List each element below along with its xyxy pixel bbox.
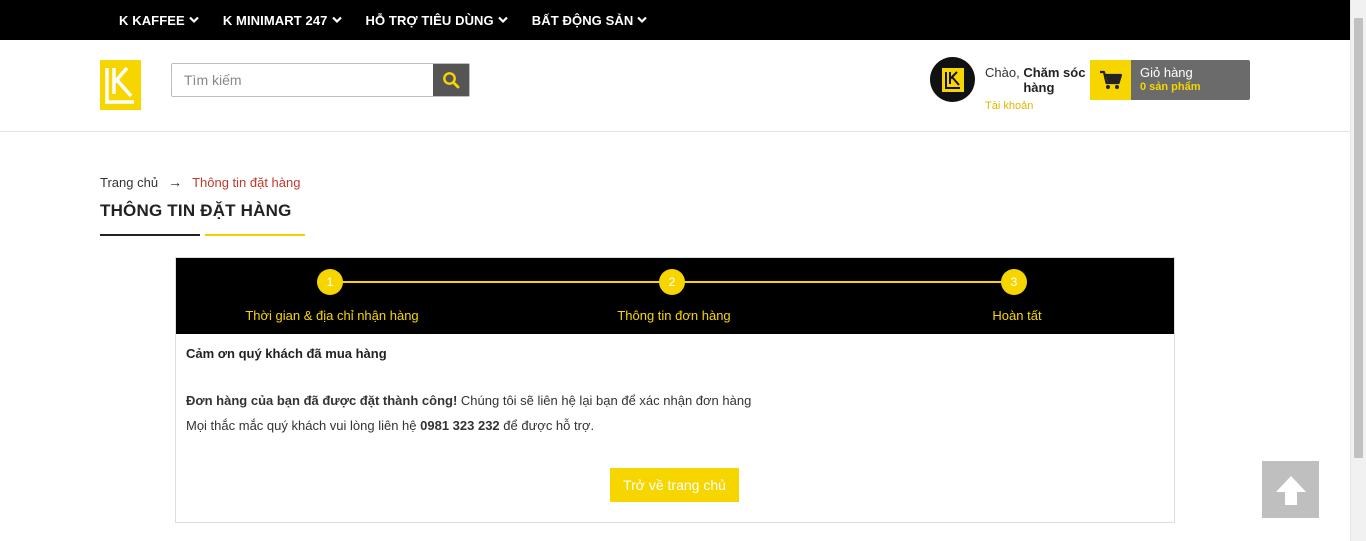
nav-item-label: K MINIMART 247 (222, 12, 328, 28)
search-box (171, 63, 470, 97)
cart-label: Giỏ hàng (1140, 65, 1193, 80)
breadcrumb: Trang chủ → Thông tin đặt hàng (100, 174, 300, 190)
nav-item-bat-dong-san[interactable]: BẤT ĐỘNG SẢN (532, 13, 648, 28)
back-to-top-button[interactable] (1262, 461, 1319, 518)
account-link[interactable]: Tài khoản (985, 100, 1033, 112)
chevron-down-icon (189, 16, 199, 24)
chevron-down-icon (497, 16, 508, 24)
chevron-down-icon (637, 16, 648, 24)
top-nav: K KAFFEE K MINIMART 247 HỖ TRỢ TIÊU DÙNG… (119, 0, 671, 40)
nav-item-label: BẤT ĐỘNG SẢN (531, 12, 634, 28)
chevron-down-icon (331, 16, 342, 24)
cart-count: 0 sản phẩm (1140, 81, 1201, 93)
breadcrumb-current: Thông tin đặt hàng (192, 174, 301, 190)
thanks-message: Cảm ơn quý khách đã mua hàng (186, 346, 387, 361)
support-phone: 0981 323 232 (420, 418, 500, 433)
success-rest-text: Chúng tôi sẽ liên hệ lại bạn để xác nhận… (457, 393, 752, 408)
cart-button[interactable]: Giỏ hàng 0 sản phẩm (1090, 60, 1250, 100)
search-button[interactable] (433, 64, 469, 96)
page-title: THÔNG TIN ĐẶT HÀNG (100, 201, 292, 220)
account-avatar[interactable] (930, 57, 975, 102)
scrollbar-thumb[interactable] (1354, 18, 1363, 458)
step-1-label: Thời gian & địa chỉ nhận hàng (245, 308, 419, 323)
success-bold-text: Đơn hàng của bạn đã được đặt thành công! (186, 393, 458, 408)
cart-text: Giỏ hàng 0 sản phẩm (1131, 60, 1201, 100)
nav-item-ho-tro-tieu-dung[interactable]: HỖ TRỢ TIÊU DÙNG (366, 13, 508, 28)
breadcrumb-separator: → (168, 174, 183, 190)
step-3-label: Hoàn tất (992, 308, 1042, 323)
support-suffix: để được hỗ trợ. (499, 418, 595, 433)
step-2-label: Thông tin đơn hàng (617, 308, 731, 323)
k-logo-icon (100, 60, 141, 110)
site-logo[interactable] (100, 60, 141, 110)
support-message: Mọi thắc mắc quý khách vui lòng liên hệ … (186, 418, 751, 433)
cart-icon (1099, 70, 1122, 89)
order-info-box: 1 Thời gian & địa chỉ nhận hàng 2 Thông … (175, 257, 1175, 523)
support-prefix: Mọi thắc mắc quý khách vui lòng liên hệ (186, 418, 421, 433)
search-input[interactable] (172, 64, 433, 96)
title-underline-yellow (205, 234, 305, 236)
step-2-circle: 2 (659, 269, 685, 295)
arrow-up-icon (1275, 475, 1306, 505)
cart-icon-box (1090, 60, 1131, 100)
nav-item-label: K KAFFEE (119, 12, 185, 28)
greeting-text: Chào, (985, 65, 1020, 80)
nav-item-k-kaffee[interactable]: K KAFFEE (119, 13, 199, 28)
step-1-circle: 1 (317, 269, 343, 295)
success-message: Đơn hàng của bạn đã được đặt thành công!… (186, 393, 751, 408)
checkout-steps: 1 Thời gian & địa chỉ nhận hàng 2 Thông … (176, 258, 1174, 334)
search-icon (443, 72, 460, 89)
page-scrollbar[interactable] (1350, 0, 1366, 541)
site-header: Chào, Chăm sóc khách hàng Tài khoản Giỏ … (0, 40, 1350, 132)
nav-item-k-minimart[interactable]: K MINIMART 247 (223, 13, 342, 28)
k-logo-icon (941, 67, 964, 92)
back-to-home-button[interactable]: Trở về trang chủ (610, 468, 739, 502)
breadcrumb-home[interactable]: Trang chủ (100, 175, 158, 190)
top-nav-bar: K KAFFEE K MINIMART 247 HỖ TRỢ TIÊU DÙNG… (0, 0, 1350, 40)
step-3-circle: 3 (1001, 269, 1027, 295)
order-confirmation-content: Cảm ơn quý khách đã mua hàng Đơn hàng củ… (186, 346, 751, 433)
title-underline-dark (100, 234, 200, 236)
nav-item-label: HỖ TRỢ TIÊU DÙNG (365, 12, 494, 28)
